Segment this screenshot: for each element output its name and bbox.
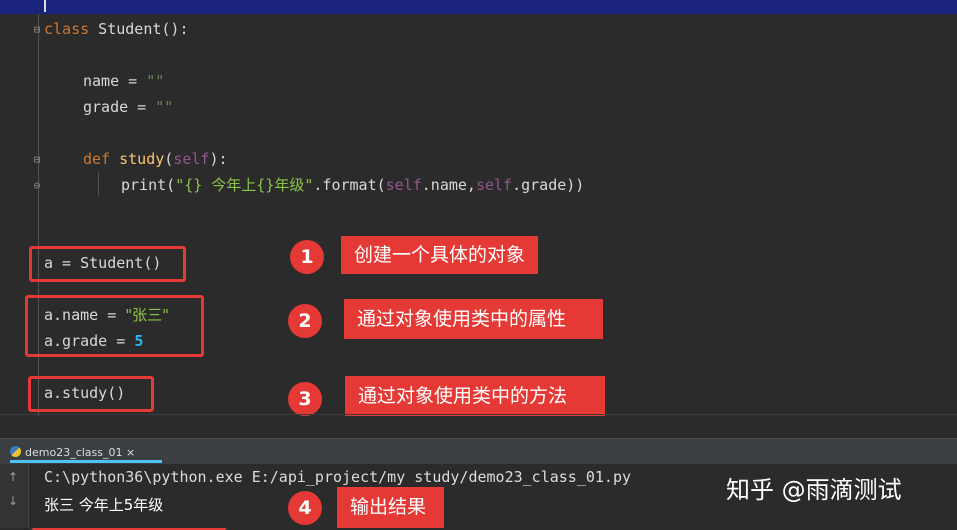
name-value: "" xyxy=(146,72,165,90)
highlight-box-1 xyxy=(29,246,186,282)
code-line-grade[interactable]: grade = "" xyxy=(83,97,173,117)
print-call: print( xyxy=(121,176,176,194)
format-name: .name, xyxy=(421,176,476,194)
method-name: study xyxy=(110,150,165,168)
keyword-def: def xyxy=(83,150,111,168)
grade-value: "" xyxy=(155,98,174,116)
code-line-class[interactable]: class Student(): xyxy=(44,19,189,39)
annotation-callout-2: 通过对象使用类中的属性 xyxy=(344,299,603,339)
paren-open: ( xyxy=(164,150,174,168)
highlight-box-3 xyxy=(28,376,154,412)
annotation-badge-4: 4 xyxy=(288,491,322,525)
annotation-callout-3: 通过对象使用类中的方法 xyxy=(345,376,605,416)
name-assign: name = xyxy=(83,72,147,90)
format-grade: .grade)) xyxy=(512,176,585,194)
annotation-callout-1: 创建一个具体的对象 xyxy=(341,236,539,274)
indent-guide xyxy=(98,172,99,196)
annotation-callout-4: 输出结果 xyxy=(337,487,444,528)
fold-toggle-icon[interactable]: ⊟ xyxy=(32,154,42,166)
annotation-badge-1: 1 xyxy=(290,240,324,274)
annotation-badge-3: 3 xyxy=(288,382,322,416)
editor-bottom-separator xyxy=(0,414,957,415)
watermark: 知乎 @雨滴测试 xyxy=(726,476,902,504)
print-string: "{} 今年上{}年级" xyxy=(175,176,314,194)
text-cursor xyxy=(44,0,46,12)
console-command-line: C:\python36\python.exe E:/api_project/my… xyxy=(44,468,631,486)
self-ref: self xyxy=(475,176,513,194)
fold-toggle-icon[interactable]: ⊟ xyxy=(32,24,42,36)
active-tab-indicator xyxy=(10,460,162,463)
run-tab-label: demo23_class_01 × xyxy=(25,446,136,459)
keyword-class: class xyxy=(44,20,90,38)
code-line-def[interactable]: def study(self): xyxy=(83,149,228,169)
format-call: .format( xyxy=(313,176,386,194)
grade-assign: grade = xyxy=(83,98,156,116)
python-file-icon xyxy=(10,446,21,457)
fold-end-icon[interactable]: ⊖ xyxy=(32,180,42,192)
console-output-line: 张三 今年上5年级 xyxy=(44,496,164,514)
scroll-up-arrow-icon[interactable]: ↑ xyxy=(8,470,18,484)
scroll-down-arrow-icon[interactable]: ↓ xyxy=(8,494,18,508)
code-line-name[interactable]: name = "" xyxy=(83,71,164,91)
self-param: self xyxy=(173,150,210,168)
self-ref: self xyxy=(385,176,422,194)
editor-top-bar xyxy=(0,0,957,14)
paren-close: ): xyxy=(209,150,228,168)
highlight-box-2 xyxy=(25,295,204,357)
class-name: Student(): xyxy=(89,20,189,38)
code-line-print[interactable]: print("{} 今年上{}年级".format(self.name,self… xyxy=(121,175,584,195)
annotation-badge-2: 2 xyxy=(288,304,322,338)
